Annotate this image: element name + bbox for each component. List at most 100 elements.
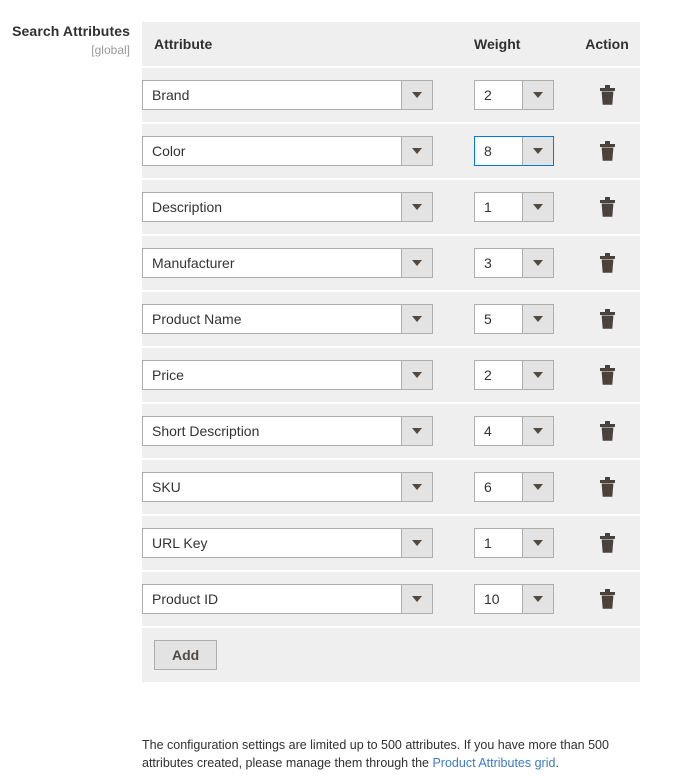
cell-action [574,570,640,627]
trash-icon [594,533,620,553]
cell-action [574,458,640,515]
chevron-down-icon[interactable] [401,305,432,333]
cell-action [574,514,640,571]
delete-row-button[interactable] [594,362,620,388]
note-text-after: . [555,756,559,771]
cell-weight: 3 [474,234,574,291]
chevron-down-icon[interactable] [522,305,553,333]
delete-row-button[interactable] [594,418,620,444]
attribute-select[interactable]: Product ID [142,584,433,614]
search-attributes-field: Search Attributes [global] Attribute Wei… [0,0,685,776]
table-row: Description 1 [142,178,640,235]
attribute-select[interactable]: SKU [142,472,433,502]
cell-action [574,346,640,403]
weight-select[interactable]: 1 [474,192,554,222]
chevron-down-icon[interactable] [401,249,432,277]
table-footer: Add [142,626,640,682]
chevron-down-icon[interactable] [522,137,553,165]
table-row: Product Name 5 [142,290,640,347]
table-row: URL Key 1 [142,514,640,571]
chevron-down-icon[interactable] [401,529,432,557]
chevron-down-icon[interactable] [401,193,432,221]
chevron-down-icon[interactable] [522,193,553,221]
chevron-down-icon[interactable] [522,81,553,109]
cell-weight: 6 [474,458,574,515]
search-attributes-table-wrapper: Attribute Weight Action Brand 2 Color 8 Desc… [142,22,640,682]
chevron-down-icon[interactable] [522,529,553,557]
weight-select[interactable]: 1 [474,528,554,558]
chevron-down-icon[interactable] [401,417,432,445]
cell-attribute: Product Name [142,290,474,347]
chevron-down-icon[interactable] [522,249,553,277]
attribute-select-value: SKU [143,473,401,501]
table-row: Price 2 [142,346,640,403]
attribute-select-value: Price [143,361,401,389]
trash-icon [594,309,620,329]
add-row: Add [142,626,640,682]
weight-select[interactable]: 2 [474,80,554,110]
delete-row-button[interactable] [594,586,620,612]
search-attributes-table: Attribute Weight Action Brand 2 Color 8 Desc… [142,22,640,682]
trash-icon [594,197,620,217]
weight-select[interactable]: 8 [474,136,554,166]
cell-weight: 5 [474,290,574,347]
cell-attribute: Manufacturer [142,234,474,291]
attribute-select[interactable]: URL Key [142,528,433,558]
attribute-select[interactable]: Color [142,136,433,166]
attribute-select-value: Short Description [143,417,401,445]
weight-select-value: 8 [475,137,522,165]
column-header-attribute: Attribute [142,22,474,67]
attribute-select[interactable]: Description [142,192,433,222]
attribute-select-value: Product Name [143,305,401,333]
trash-icon [594,365,620,385]
attribute-select[interactable]: Brand [142,80,433,110]
weight-select-value: 4 [475,417,522,445]
cell-weight: 8 [474,122,574,179]
delete-row-button[interactable] [594,530,620,556]
weight-select[interactable]: 4 [474,416,554,446]
weight-select-value: 2 [475,81,522,109]
weight-select[interactable]: 3 [474,248,554,278]
delete-row-button[interactable] [594,474,620,500]
trash-icon [594,589,620,609]
delete-row-button[interactable] [594,194,620,220]
weight-select[interactable]: 10 [474,584,554,614]
delete-row-button[interactable] [594,306,620,332]
page-title: Search Attributes [12,23,130,39]
attribute-select-value: Manufacturer [143,249,401,277]
column-header-action: Action [574,22,640,67]
attribute-select[interactable]: Manufacturer [142,248,433,278]
chevron-down-icon[interactable] [522,361,553,389]
cell-weight: 4 [474,402,574,459]
chevron-down-icon[interactable] [401,473,432,501]
chevron-down-icon[interactable] [401,361,432,389]
chevron-down-icon[interactable] [522,417,553,445]
chevron-down-icon[interactable] [522,585,553,613]
chevron-down-icon[interactable] [401,585,432,613]
cell-action [574,66,640,123]
attribute-select[interactable]: Product Name [142,304,433,334]
cell-action [574,234,640,291]
chevron-down-icon[interactable] [401,81,432,109]
chevron-down-icon[interactable] [522,473,553,501]
weight-select-value: 5 [475,305,522,333]
attribute-select-value: Brand [143,81,401,109]
add-button[interactable]: Add [154,640,218,670]
table-row: Manufacturer 3 [142,234,640,291]
delete-row-button[interactable] [594,82,620,108]
delete-row-button[interactable] [594,138,620,164]
delete-row-button[interactable] [594,250,620,276]
cell-attribute: Description [142,178,474,235]
weight-select-value: 1 [475,193,522,221]
product-attributes-grid-link[interactable]: Product Attributes grid [432,756,555,770]
chevron-down-icon[interactable] [401,137,432,165]
attribute-select-value: Description [143,193,401,221]
weight-select-value: 6 [475,473,522,501]
attribute-select[interactable]: Price [142,360,433,390]
weight-select[interactable]: 2 [474,360,554,390]
weight-select[interactable]: 6 [474,472,554,502]
weight-select[interactable]: 5 [474,304,554,334]
cell-action [574,178,640,235]
cell-attribute: Price [142,346,474,403]
attribute-select[interactable]: Short Description [142,416,433,446]
